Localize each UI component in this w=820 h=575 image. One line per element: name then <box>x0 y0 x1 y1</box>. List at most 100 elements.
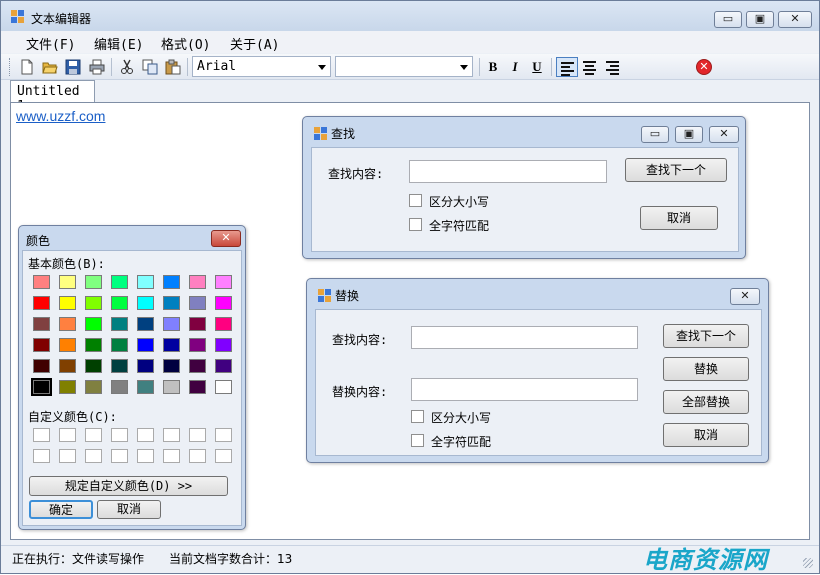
color-swatch[interactable] <box>111 338 128 352</box>
replace-whole-word-checkbox[interactable] <box>411 434 424 447</box>
color-swatch[interactable] <box>215 359 232 373</box>
underline-button[interactable]: U <box>527 57 547 77</box>
find-cancel-button[interactable]: 取消 <box>640 206 718 230</box>
color-swatch[interactable] <box>111 380 128 394</box>
copy-icon[interactable] <box>142 59 158 75</box>
close-button[interactable]: ✕ <box>778 11 812 28</box>
replace-button[interactable]: 替换 <box>663 357 749 381</box>
color-swatch[interactable] <box>33 317 50 331</box>
replace-close-button[interactable]: ✕ <box>730 288 760 305</box>
custom-color-swatch[interactable] <box>85 449 102 463</box>
color-swatch[interactable] <box>59 275 76 289</box>
custom-color-swatch[interactable] <box>137 449 154 463</box>
color-swatch[interactable] <box>189 317 206 331</box>
editor-content-link[interactable]: www.uzzf.com <box>16 108 105 124</box>
menu-file[interactable]: 文件(F) <box>26 34 75 53</box>
color-swatch[interactable] <box>163 359 180 373</box>
align-right-button[interactable] <box>602 57 624 77</box>
find-maximize-button[interactable]: ▣ <box>675 126 703 143</box>
color-swatch[interactable] <box>163 296 180 310</box>
color-swatch[interactable] <box>189 275 206 289</box>
color-swatch[interactable] <box>163 338 180 352</box>
color-swatch[interactable] <box>31 378 52 396</box>
custom-color-swatch[interactable] <box>163 449 180 463</box>
menu-edit[interactable]: 编辑(E) <box>94 34 143 53</box>
color-swatch[interactable] <box>59 380 76 394</box>
color-swatch[interactable] <box>215 317 232 331</box>
custom-color-swatch[interactable] <box>111 449 128 463</box>
custom-color-swatch[interactable] <box>33 428 50 442</box>
custom-color-swatch[interactable] <box>215 428 232 442</box>
custom-color-swatch[interactable] <box>59 428 76 442</box>
color-swatch[interactable] <box>137 380 154 394</box>
replace-find-next-button[interactable]: 查找下一个 <box>663 324 749 348</box>
new-file-icon[interactable] <box>19 59 35 75</box>
color-swatch[interactable] <box>163 275 180 289</box>
define-custom-colors-button[interactable]: 规定自定义颜色(D) >> <box>29 476 228 496</box>
color-swatch[interactable] <box>189 380 206 394</box>
color-swatch[interactable] <box>189 296 206 310</box>
close-document-icon[interactable]: ✕ <box>696 59 712 75</box>
find-input[interactable] <box>409 160 607 183</box>
find-next-button[interactable]: 查找下一个 <box>625 158 727 182</box>
color-cancel-button[interactable]: 取消 <box>97 500 161 519</box>
custom-color-swatch[interactable] <box>163 428 180 442</box>
color-swatch[interactable] <box>85 338 102 352</box>
replace-with-input[interactable] <box>411 378 638 401</box>
maximize-button[interactable]: ▣ <box>746 11 774 28</box>
font-name-select[interactable]: Arial <box>192 56 331 77</box>
save-icon[interactable] <box>65 59 81 75</box>
font-size-select[interactable] <box>335 56 473 77</box>
color-swatch[interactable] <box>33 296 50 310</box>
color-swatch[interactable] <box>215 338 232 352</box>
open-folder-icon[interactable] <box>42 59 58 75</box>
custom-color-swatch[interactable] <box>85 428 102 442</box>
custom-color-swatch[interactable] <box>59 449 76 463</box>
color-swatch[interactable] <box>85 275 102 289</box>
color-swatch[interactable] <box>137 275 154 289</box>
color-ok-button[interactable]: 确定 <box>29 500 93 519</box>
align-center-button[interactable] <box>579 57 601 77</box>
color-close-button[interactable]: ✕ <box>211 230 241 247</box>
color-swatch[interactable] <box>215 380 232 394</box>
custom-color-swatch[interactable] <box>111 428 128 442</box>
color-swatch[interactable] <box>111 275 128 289</box>
color-swatch[interactable] <box>111 359 128 373</box>
color-swatch[interactable] <box>33 338 50 352</box>
color-swatch[interactable] <box>189 359 206 373</box>
custom-color-swatch[interactable] <box>189 428 206 442</box>
replace-find-input[interactable] <box>411 326 638 349</box>
color-swatch[interactable] <box>85 359 102 373</box>
find-close-button[interactable]: ✕ <box>709 126 739 143</box>
cut-icon[interactable] <box>119 59 135 75</box>
color-swatch[interactable] <box>33 359 50 373</box>
replace-all-button[interactable]: 全部替换 <box>663 390 749 414</box>
menu-about[interactable]: 关于(A) <box>230 34 279 53</box>
color-swatch[interactable] <box>85 296 102 310</box>
print-icon[interactable] <box>89 59 105 75</box>
italic-button[interactable]: I <box>505 57 525 77</box>
match-case-checkbox[interactable] <box>409 194 422 207</box>
custom-color-swatch[interactable] <box>189 449 206 463</box>
color-swatch[interactable] <box>59 338 76 352</box>
color-swatch[interactable] <box>85 317 102 331</box>
color-swatch[interactable] <box>215 296 232 310</box>
custom-color-swatch[interactable] <box>33 449 50 463</box>
custom-color-swatch[interactable] <box>215 449 232 463</box>
replace-cancel-button[interactable]: 取消 <box>663 423 749 447</box>
bold-button[interactable]: B <box>483 57 503 77</box>
minimize-button[interactable]: ▭ <box>714 11 742 28</box>
color-swatch[interactable] <box>59 317 76 331</box>
color-swatch[interactable] <box>59 296 76 310</box>
color-swatch[interactable] <box>163 317 180 331</box>
color-swatch[interactable] <box>111 317 128 331</box>
paste-icon[interactable] <box>165 59 181 75</box>
menu-format[interactable]: 格式(O) <box>161 34 210 53</box>
align-left-button[interactable] <box>556 57 578 77</box>
color-swatch[interactable] <box>163 380 180 394</box>
color-swatch[interactable] <box>59 359 76 373</box>
find-minimize-button[interactable]: ▭ <box>641 126 669 143</box>
color-swatch[interactable] <box>111 296 128 310</box>
color-swatch[interactable] <box>85 380 102 394</box>
color-swatch[interactable] <box>137 359 154 373</box>
